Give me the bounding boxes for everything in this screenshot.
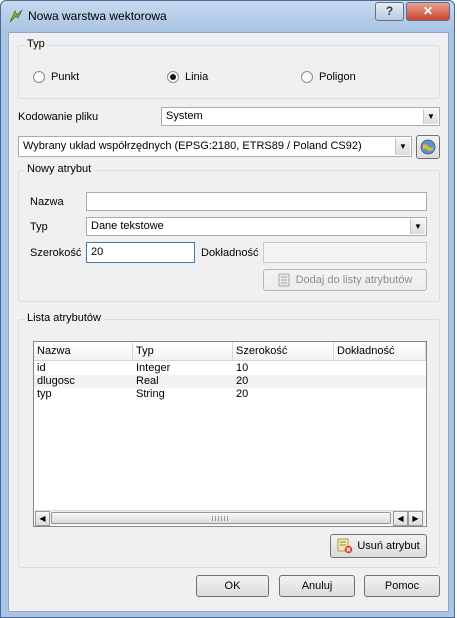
radio-polygon-circle[interactable] — [301, 71, 313, 83]
radio-line-label: Linia — [185, 71, 209, 83]
attribute-list-title: Lista atrybutów — [25, 312, 103, 324]
name-label: Nazwa — [30, 196, 64, 208]
add-attribute-button[interactable]: Dodaj do listy atrybutów — [263, 269, 427, 291]
scrollbar-thumb[interactable] — [51, 512, 391, 524]
table-row[interactable]: typ String 20 — [34, 388, 426, 401]
ok-button[interactable]: OK — [196, 575, 269, 597]
chevron-down-icon[interactable]: ▼ — [423, 109, 438, 124]
width-label: Szerokość — [30, 247, 82, 259]
column-header-type[interactable]: Typ — [133, 342, 233, 361]
radio-point-circle[interactable] — [33, 71, 45, 83]
crs-picker-button[interactable] — [416, 135, 440, 159]
scroll-left-button[interactable]: ◀ — [393, 511, 408, 526]
new-attribute-title: Nowy atrybut — [25, 163, 94, 175]
new-attribute-group: Nowy atrybut Nazwa Typ Dane tekstowe ▼ S… — [18, 163, 440, 302]
cell-precision — [334, 388, 426, 401]
scroll-right-button[interactable]: ▶ — [408, 511, 423, 526]
geometry-type-title: Typ — [25, 38, 47, 50]
add-attribute-label: Dodaj do listy atrybutów — [295, 274, 413, 286]
attribute-name-field[interactable] — [86, 192, 427, 211]
radio-polygon-label: Poligon — [319, 71, 356, 83]
attribute-list-group: Lista atrybutów Nazwa Typ Szerokość Dokł… — [18, 312, 440, 568]
add-to-list-icon — [278, 273, 290, 287]
attribute-type-value: Dane tekstowe — [91, 220, 164, 232]
cell-name: typ — [37, 388, 52, 400]
radio-polygon[interactable]: Poligon — [301, 71, 356, 83]
encoding-value: System — [166, 110, 203, 122]
geometry-type-group: Typ Punkt Linia Poligon — [18, 38, 440, 99]
help-title-button[interactable]: ? — [375, 2, 404, 21]
scroll-left-button[interactable]: ◀ — [35, 511, 50, 526]
radio-line-circle[interactable] — [167, 71, 179, 83]
crs-value: Wybrany układ współrzędnych (EPSG:2180, … — [23, 140, 362, 152]
remove-attribute-icon — [337, 538, 353, 554]
cell-width: 20 — [236, 388, 249, 400]
table-row[interactable]: id Integer 10 — [34, 362, 426, 375]
chevron-down-icon[interactable]: ▼ — [395, 138, 410, 155]
radio-point-label: Punkt — [51, 71, 80, 83]
attribute-precision-field[interactable] — [263, 242, 427, 263]
cell-name: dlugosc — [37, 375, 75, 387]
qgis-app-icon — [9, 9, 23, 23]
cell-precision — [334, 375, 426, 388]
cell-name: id — [37, 362, 46, 374]
radio-line[interactable]: Linia — [167, 71, 208, 83]
encoding-label: Kodowanie pliku — [18, 111, 99, 123]
column-header-name[interactable]: Nazwa — [34, 342, 133, 361]
radio-point[interactable]: Punkt — [33, 71, 79, 83]
attribute-width-field[interactable]: 20 — [86, 242, 195, 263]
globe-icon — [420, 139, 436, 155]
cancel-button[interactable]: Anuluj — [279, 575, 355, 597]
cell-type: Real — [136, 375, 159, 387]
cell-type: Integer — [136, 362, 171, 374]
type-label: Typ — [30, 221, 48, 233]
cell-width: 20 — [236, 375, 249, 387]
table-row[interactable]: dlugosc Real 20 — [34, 375, 426, 388]
close-button[interactable]: ✕ — [406, 2, 450, 21]
title-bar[interactable]: Nowa warstwa wektorowa ? ✕ — [1, 1, 454, 31]
dialog-window: Nowa warstwa wektorowa ? ✕ Typ Punkt Lin… — [0, 0, 455, 618]
remove-attribute-button[interactable]: Usuń atrybut — [330, 534, 427, 558]
chevron-down-icon[interactable]: ▼ — [410, 219, 425, 234]
close-icon: ✕ — [422, 4, 434, 18]
cell-width: 10 — [236, 362, 249, 374]
encoding-select[interactable]: System ▼ — [161, 107, 440, 126]
dialog-body: Typ Punkt Linia Poligon Kodowanie pliku … — [8, 32, 449, 612]
remove-attribute-label: Usuń atrybut — [357, 540, 420, 552]
column-header-width[interactable]: Szerokość — [233, 342, 334, 361]
cell-type: String — [136, 388, 165, 400]
crs-select[interactable]: Wybrany układ współrzędnych (EPSG:2180, … — [18, 136, 412, 157]
precision-label: Dokładność — [201, 247, 259, 259]
attribute-table[interactable]: Nazwa Typ Szerokość Dokładność id Intege… — [33, 341, 427, 527]
grip-icon — [212, 516, 230, 521]
horizontal-scrollbar[interactable]: ◀ ◀ ▶ — [35, 510, 425, 526]
cell-precision — [334, 362, 426, 375]
window-title: Nowa warstwa wektorowa — [28, 9, 167, 23]
attribute-type-select[interactable]: Dane tekstowe ▼ — [86, 217, 427, 236]
help-button[interactable]: Pomoc — [364, 575, 440, 597]
column-header-precision[interactable]: Dokładność — [334, 342, 426, 361]
table-header: Nazwa Typ Szerokość Dokładność — [34, 342, 426, 361]
